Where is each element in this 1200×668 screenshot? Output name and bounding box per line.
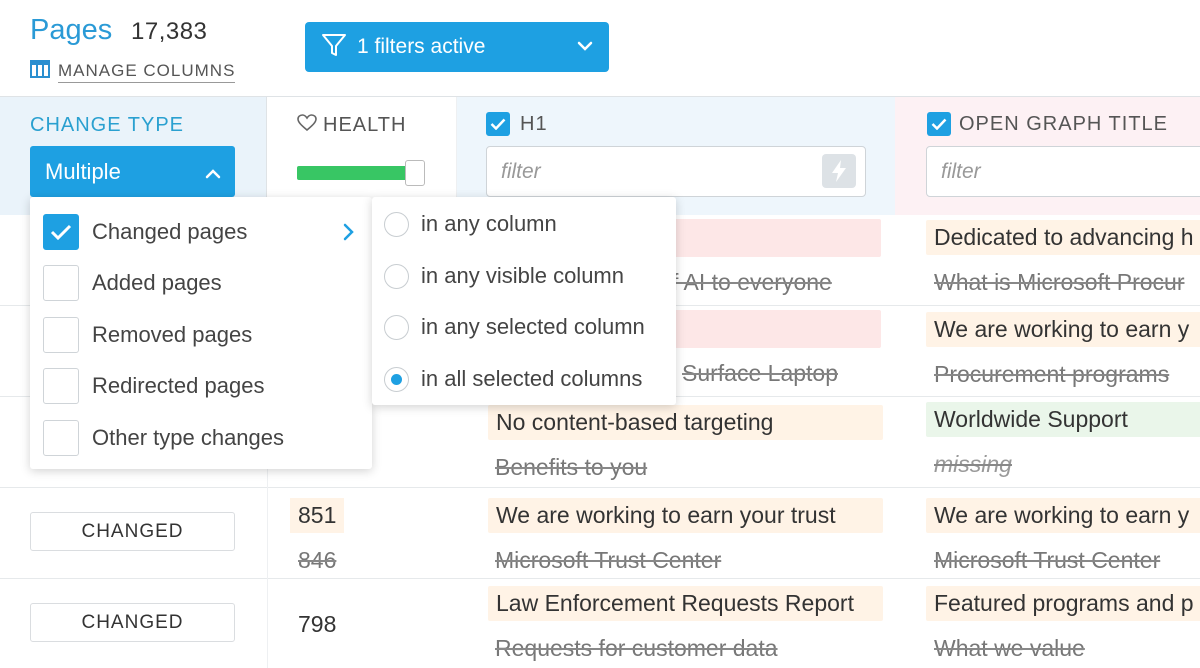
menu-item-label: Other type changes (92, 425, 285, 450)
checkbox-unchecked[interactable] (43, 368, 79, 404)
filters-button[interactable]: 1 filters active (305, 22, 609, 72)
columns-icon (30, 60, 50, 83)
manage-columns-label: MANAGE COLUMNS (58, 61, 236, 83)
h1-header: H1 (486, 112, 548, 136)
og-old-value: Procurement programs (934, 361, 1170, 387)
page-count: 17,383 (131, 18, 208, 45)
h1-new-value: No content-based targeting (488, 405, 883, 440)
h1-old-value: Microsoft Trust Center (495, 547, 722, 573)
og-old-value: Microsoft Trust Center (934, 547, 1161, 573)
change-type-select-value: Multiple (45, 158, 121, 184)
radio-option-label: in any selected column (421, 314, 645, 339)
menu-item-other-type-changes[interactable]: Other type changes (43, 420, 284, 456)
manage-columns-link[interactable]: MANAGE COLUMNS (30, 60, 236, 83)
checkbox-checked[interactable] (43, 214, 79, 250)
match-mode-submenu: in any column in any visible column in a… (372, 197, 676, 405)
radio-button[interactable] (384, 314, 409, 340)
change-type-title: CHANGE TYPE (30, 114, 184, 136)
og-new-value: We are working to earn y (926, 312, 1200, 347)
change-type-dropdown: Changed pages Added pages Removed pages … (30, 197, 372, 469)
h1-old-value: Benefits to you (495, 454, 648, 480)
menu-item-redirected-pages[interactable]: Redirected pages (43, 368, 264, 404)
radio-option-all-selected-columns[interactable]: in all selected columns (384, 366, 642, 392)
og-title-filter-input[interactable] (926, 146, 1200, 197)
h1-old-value: Surface Laptop (682, 360, 839, 386)
health-slider-handle[interactable] (405, 160, 425, 186)
og-old-value: missing (934, 451, 1012, 477)
radio-button-selected[interactable] (384, 366, 409, 392)
row-divider (0, 487, 1200, 488)
menu-item-label: Redirected pages (92, 373, 265, 398)
change-type-badge: CHANGED (30, 512, 235, 551)
og-title-checkbox[interactable] (927, 112, 951, 136)
h1-old-value: f AI to everyone (672, 269, 832, 295)
menu-item-removed-pages[interactable]: Removed pages (43, 317, 252, 353)
h1-filter-input[interactable] (486, 146, 866, 197)
menu-item-label: Changed pages (92, 219, 248, 244)
health-title: HEALTH (323, 114, 407, 136)
checkbox-unchecked[interactable] (43, 317, 79, 353)
menu-item-label: Removed pages (92, 322, 253, 347)
h1-checkbox[interactable] (486, 112, 510, 136)
h1-new-value: We are working to earn your trust (488, 498, 883, 533)
checkbox-unchecked[interactable] (43, 265, 79, 301)
og-new-value: Dedicated to advancing h (926, 220, 1200, 255)
radio-option-label: in any visible column (421, 263, 624, 288)
menu-item-label: Added pages (92, 270, 222, 295)
og-title-column-header: OPEN GRAPH TITLE (895, 97, 1200, 215)
og-old-value: What we value (934, 635, 1085, 661)
health-new-value: 851 (290, 498, 345, 533)
page-title: Pages (30, 14, 113, 46)
radio-option-label: in all selected columns (421, 366, 643, 391)
chevron-up-icon (205, 159, 221, 185)
menu-item-changed-pages[interactable]: Changed pages (43, 214, 247, 250)
row-divider (0, 578, 1200, 579)
og-title-header: OPEN GRAPH TITLE (927, 112, 1168, 136)
h1-new-value: Law Enforcement Requests Report (488, 586, 883, 621)
funnel-icon (321, 32, 347, 63)
chevron-down-icon (577, 38, 593, 56)
change-type-badge: CHANGED (30, 603, 235, 642)
radio-option-any-column[interactable]: in any column (384, 211, 557, 237)
checkbox-unchecked[interactable] (43, 420, 79, 456)
chevron-right-icon[interactable] (343, 223, 355, 246)
menu-item-added-pages[interactable]: Added pages (43, 265, 222, 301)
heart-icon (297, 114, 317, 137)
radio-button[interactable] (384, 263, 409, 289)
change-type-select[interactable]: Multiple (30, 146, 235, 197)
lightning-icon[interactable] (822, 154, 856, 188)
h1-title: H1 (520, 112, 548, 135)
radio-option-any-visible-column[interactable]: in any visible column (384, 263, 624, 289)
h1-old-value: Requests for customer data (495, 635, 778, 661)
og-new-value: Featured programs and p (926, 586, 1200, 621)
radio-option-label: in any column (421, 211, 557, 236)
og-old-value: What is Microsoft Procur (934, 269, 1185, 295)
filters-button-label: 1 filters active (357, 35, 486, 58)
radio-button[interactable] (384, 211, 409, 237)
health-old-value: 846 (298, 547, 337, 573)
health-slider-fill (297, 166, 417, 180)
radio-option-any-selected-column[interactable]: in any selected column (384, 314, 645, 340)
health-header: HEALTH (297, 114, 406, 137)
og-new-value: Worldwide Support (926, 402, 1200, 437)
og-title-title: OPEN GRAPH TITLE (959, 112, 1169, 135)
health-value: 798 (298, 611, 337, 637)
og-new-value: We are working to earn y (926, 498, 1200, 533)
